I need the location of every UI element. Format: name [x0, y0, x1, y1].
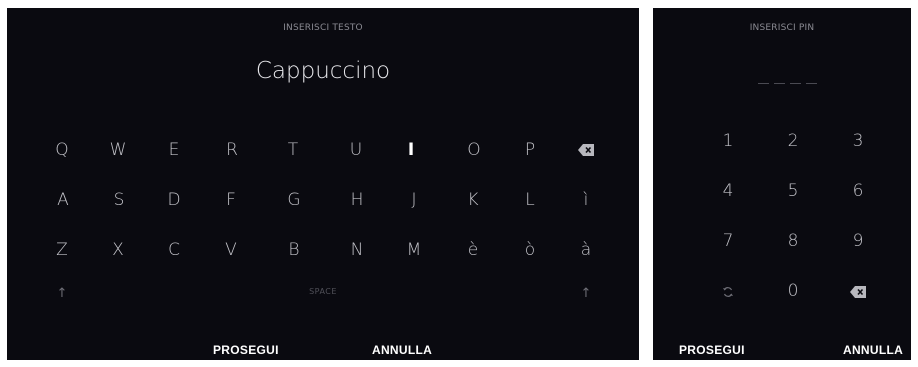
- keyboard-row-2: A S D F G H J K L ì: [7, 188, 639, 212]
- key-x[interactable]: X: [98, 238, 138, 262]
- key-v[interactable]: V: [211, 238, 251, 262]
- pin-continue-button[interactable]: PROSEGUI: [679, 343, 745, 357]
- key-u[interactable]: U: [336, 138, 376, 162]
- key-z[interactable]: Z: [42, 238, 82, 262]
- pin-key-7[interactable]: 7: [708, 229, 748, 253]
- cancel-button[interactable]: ANNULLA: [372, 343, 432, 357]
- key-a-grave[interactable]: à: [566, 238, 606, 262]
- pin-key-9[interactable]: 9: [838, 229, 878, 253]
- key-e-grave[interactable]: è: [453, 238, 493, 262]
- key-i[interactable]: I: [391, 138, 431, 162]
- key-b[interactable]: B: [274, 238, 314, 262]
- key-n[interactable]: N: [337, 238, 377, 262]
- key-p[interactable]: P: [510, 138, 550, 162]
- pin-refresh-button[interactable]: [708, 280, 748, 304]
- pin-key-8[interactable]: 8: [773, 229, 813, 253]
- pin-digit-placeholder: [758, 83, 769, 84]
- pin-key-2[interactable]: 2: [773, 129, 813, 153]
- pin-digit-placeholder: [790, 83, 801, 84]
- key-o[interactable]: O: [454, 138, 494, 162]
- key-q[interactable]: Q: [42, 138, 82, 162]
- keyboard-row-3: Z X C V B N M è ò à: [7, 238, 639, 262]
- key-f[interactable]: F: [211, 188, 251, 212]
- key-e[interactable]: E: [154, 138, 194, 162]
- text-input-value[interactable]: Cappuccino: [7, 58, 639, 84]
- pin-key-4[interactable]: 4: [708, 179, 748, 203]
- refresh-icon: [723, 287, 733, 297]
- pin-digit-placeholder: [806, 83, 817, 84]
- text-entry-panel: INSERISCI TESTO Cappuccino Q W E R T U I…: [7, 8, 639, 360]
- key-m[interactable]: M: [394, 238, 434, 262]
- shift-right-button[interactable]: ↑: [576, 284, 596, 304]
- key-backspace[interactable]: [566, 138, 606, 162]
- key-r[interactable]: R: [212, 138, 252, 162]
- key-j[interactable]: J: [394, 188, 434, 212]
- pin-entry-panel: INSERISCI PIN 1 2 3 4 5 6 7 8 9 0 PROSEG…: [653, 8, 911, 360]
- key-w[interactable]: W: [98, 138, 138, 162]
- key-a[interactable]: A: [43, 188, 83, 212]
- keyboard-row-1: Q W E R T U I O P: [7, 138, 639, 162]
- pin-cancel-button[interactable]: ANNULLA: [843, 343, 903, 357]
- key-l[interactable]: L: [510, 188, 550, 212]
- pin-key-5[interactable]: 5: [773, 179, 813, 203]
- continue-button[interactable]: PROSEGUI: [213, 343, 279, 357]
- pin-key-0[interactable]: 0: [773, 279, 813, 303]
- key-c[interactable]: C: [154, 238, 194, 262]
- key-k[interactable]: K: [453, 188, 493, 212]
- key-g[interactable]: G: [274, 188, 314, 212]
- pin-panel-title: INSERISCI PIN: [749, 23, 815, 33]
- space-key[interactable]: SPACE: [7, 287, 639, 296]
- backspace-icon: [850, 286, 866, 298]
- backspace-icon: [578, 144, 594, 156]
- pin-digit-placeholder: [774, 83, 785, 84]
- pin-key-1[interactable]: 1: [708, 129, 748, 153]
- text-panel-title: INSERISCI TESTO: [283, 23, 363, 33]
- key-d[interactable]: D: [154, 188, 194, 212]
- shift-arrow-icon: ↑: [580, 286, 592, 301]
- key-t[interactable]: T: [273, 138, 313, 162]
- key-i-grave[interactable]: ì: [566, 188, 606, 212]
- pin-key-3[interactable]: 3: [838, 129, 878, 153]
- key-h[interactable]: H: [337, 188, 377, 212]
- pin-key-6[interactable]: 6: [838, 179, 878, 203]
- key-o-grave[interactable]: ò: [510, 238, 550, 262]
- pin-backspace-button[interactable]: [838, 280, 878, 304]
- key-s[interactable]: S: [99, 188, 139, 212]
